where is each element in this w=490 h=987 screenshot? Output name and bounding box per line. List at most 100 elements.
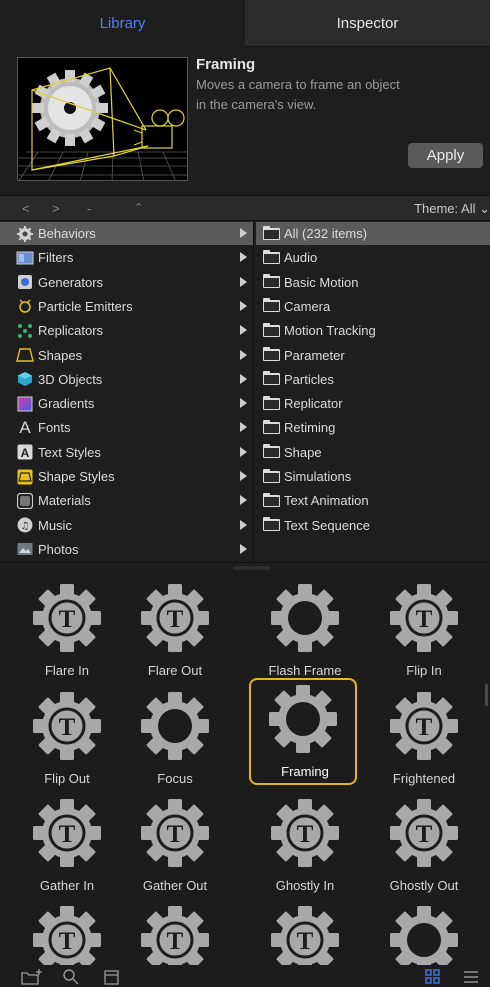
- tab-inspector[interactable]: Inspector: [245, 0, 490, 47]
- item-label: Framing: [281, 764, 329, 779]
- subcategory-camera[interactable]: Camera: [256, 295, 490, 318]
- subcategory-retiming[interactable]: Retiming: [256, 416, 490, 439]
- disclosure-arrow-icon: [240, 300, 247, 311]
- text-style-icon: A: [16, 444, 34, 460]
- library-item-flip-out[interactable]: T Flip Out: [13, 685, 121, 792]
- category-filters[interactable]: Filters: [0, 246, 253, 269]
- photos-icon: [16, 541, 34, 557]
- category-replicators[interactable]: Replicators: [0, 319, 253, 342]
- subcategory-motion-tracking[interactable]: Motion Tracking: [256, 319, 490, 342]
- category-label: Generators: [38, 274, 104, 290]
- preview-title: Framing: [196, 56, 256, 73]
- category-behaviors[interactable]: Behaviors: [0, 222, 253, 245]
- item-label: Flip Out: [44, 771, 90, 786]
- category-label: Text Styles: [38, 444, 101, 460]
- library-item-gather-in[interactable]: T Gather In: [13, 792, 121, 899]
- folder-icon: [262, 274, 280, 290]
- path-popup[interactable]: -: [87, 201, 91, 216]
- subcategory-particles[interactable]: Particles: [256, 368, 490, 391]
- category-shapes[interactable]: Shapes: [0, 344, 253, 367]
- path-stepper-icon[interactable]: ⌃: [134, 201, 143, 214]
- subcategory-text-animation[interactable]: Text Animation: [256, 489, 490, 512]
- library-item-framing[interactable]: Framing: [249, 678, 357, 785]
- preview-thumbnail: [17, 57, 188, 181]
- behavior-gear-icon: [141, 692, 209, 760]
- search-icon[interactable]: [62, 968, 80, 986]
- subcategory-parameter[interactable]: Parameter: [256, 344, 490, 367]
- library-item-frightened[interactable]: T Frightened: [370, 685, 478, 792]
- category-fonts[interactable]: A Fonts: [0, 416, 253, 439]
- category-photos[interactable]: Photos: [0, 538, 253, 561]
- item-label: Flash Frame: [268, 663, 342, 678]
- subcategory-label: Retiming: [284, 420, 336, 436]
- splitter[interactable]: [0, 562, 490, 572]
- category-gradients[interactable]: Gradients: [0, 392, 253, 415]
- apply-button[interactable]: Apply: [408, 143, 483, 168]
- library-item-flash-frame[interactable]: Flash Frame: [251, 577, 359, 684]
- category-shape-styles[interactable]: Shape Styles: [0, 465, 253, 488]
- folder-icon: [262, 371, 280, 387]
- subcategory-shape[interactable]: Shape: [256, 441, 490, 464]
- svg-text:T: T: [297, 928, 314, 955]
- item-label: Focus: [157, 771, 193, 786]
- grid-scrollbar[interactable]: [485, 684, 488, 706]
- library-item-ghostly-in[interactable]: T Ghostly In: [251, 792, 359, 899]
- back-icon[interactable]: <: [22, 201, 30, 216]
- category-music[interactable]: ♫ Music: [0, 514, 253, 537]
- svg-text:T: T: [416, 714, 433, 741]
- library-item-gather-out[interactable]: T Gather Out: [121, 792, 229, 899]
- shape-style-icon: [16, 469, 34, 485]
- library-item-flare-in[interactable]: T Flare In: [13, 577, 121, 684]
- subcategory-text-sequence[interactable]: Text Sequence: [256, 514, 490, 537]
- replicator-icon: [16, 323, 34, 339]
- folder-icon: [262, 347, 280, 363]
- svg-text:T: T: [297, 821, 314, 848]
- text-behavior-icon: T: [271, 799, 339, 867]
- library-item[interactable]: T: [121, 899, 229, 965]
- library-item-focus[interactable]: Focus: [121, 685, 229, 792]
- cube-icon: [16, 371, 34, 387]
- svg-text:T: T: [416, 821, 433, 848]
- folder-icon: [262, 298, 280, 314]
- category-text-styles[interactable]: A Text Styles: [0, 441, 253, 464]
- library-item[interactable]: T: [251, 899, 359, 965]
- folder-icon: [262, 249, 280, 266]
- preview-area: Framing Moves a camera to frame an objec…: [0, 47, 490, 195]
- text-behavior-icon: T: [141, 799, 209, 867]
- splitter-handle[interactable]: [233, 566, 270, 570]
- grid-view-icon[interactable]: [424, 968, 442, 986]
- library-item[interactable]: [370, 899, 478, 965]
- font-icon: A: [19, 417, 31, 437]
- svg-text:T: T: [59, 821, 76, 848]
- subcategory-all-232-items[interactable]: All (232 items): [256, 222, 490, 245]
- subcategory-replicator[interactable]: Replicator: [256, 392, 490, 415]
- preview-toggle-icon[interactable]: [103, 968, 121, 986]
- category-3d-objects[interactable]: 3D Objects: [0, 368, 253, 391]
- preview-description: Moves a camera to frame an object in the…: [196, 77, 400, 112]
- subcategory-simulations[interactable]: Simulations: [256, 465, 490, 488]
- list-view-icon[interactable]: [462, 968, 480, 986]
- subcategory-audio[interactable]: Audio: [256, 246, 490, 269]
- library-browser: Behaviors Filters Generators Particle Emitt…: [0, 221, 490, 562]
- new-folder-icon[interactable]: [20, 968, 44, 986]
- category-materials[interactable]: Materials: [0, 489, 253, 512]
- panel-tabs: Library Inspector: [0, 0, 490, 47]
- forward-icon[interactable]: >: [52, 201, 60, 216]
- subcategory-basic-motion[interactable]: Basic Motion: [256, 271, 490, 294]
- library-item-flare-out[interactable]: T Flare Out: [121, 577, 229, 684]
- item-label: Frightened: [392, 771, 456, 786]
- disclosure-arrow-icon: [240, 398, 247, 409]
- library-item[interactable]: T: [13, 899, 121, 965]
- library-item-flip-in[interactable]: T Flip In: [370, 577, 478, 684]
- category-label: Behaviors: [38, 226, 96, 241]
- category-generators[interactable]: Generators: [0, 271, 253, 294]
- item-label: Flare Out: [147, 663, 203, 678]
- category-label: Fonts: [38, 420, 71, 436]
- category-particle-emitters[interactable]: Particle Emitters: [0, 295, 253, 318]
- theme-popup[interactable]: Theme: All ⌄: [414, 201, 490, 217]
- library-navbar: < > - ⌃ Theme: All ⌄: [0, 195, 490, 221]
- library-item-ghostly-out[interactable]: T Ghostly Out: [370, 792, 478, 899]
- tab-library[interactable]: Library: [0, 0, 245, 47]
- item-label: Flare In: [44, 663, 90, 678]
- behavior-gear-icon: [390, 906, 458, 965]
